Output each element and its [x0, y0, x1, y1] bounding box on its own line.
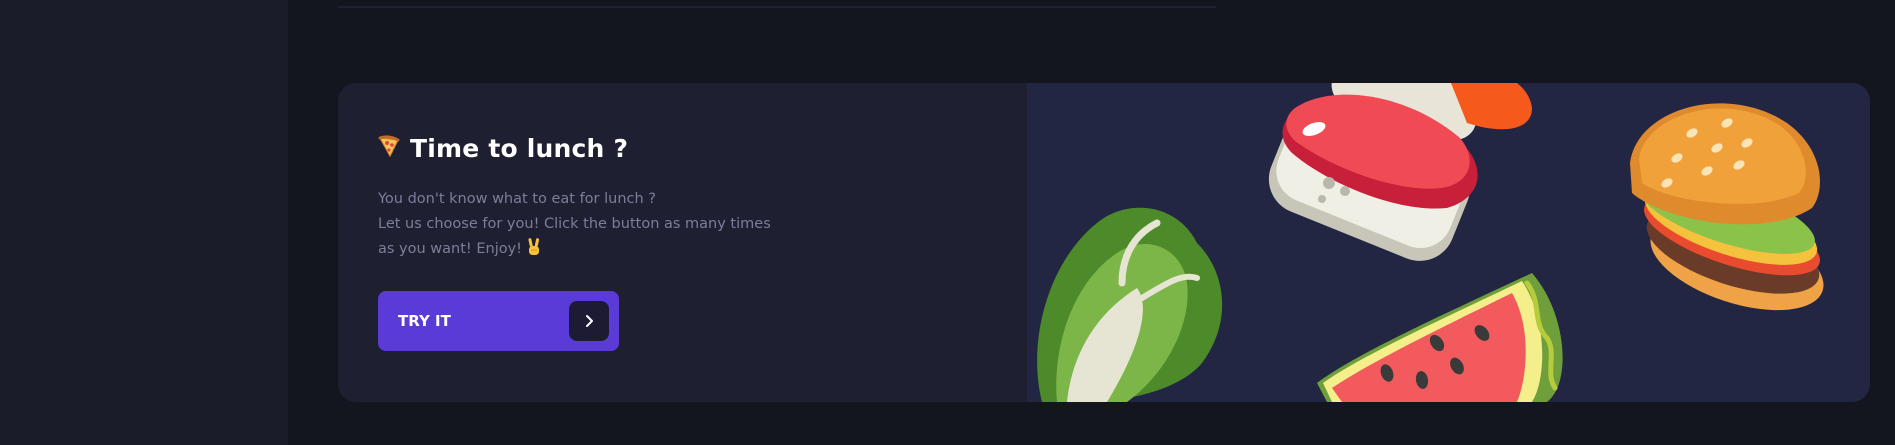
lunch-card: Time to lunch ? You don't know what to e… — [338, 83, 1870, 402]
sidebar — [0, 0, 288, 445]
card-title-text: Time to lunch ? — [410, 133, 629, 163]
divider — [338, 6, 1216, 8]
try-it-label: TRY IT — [398, 312, 451, 330]
victory-hand-icon — [527, 238, 541, 265]
lettuce-icon — [1037, 207, 1223, 402]
try-it-button[interactable]: TRY IT — [378, 291, 619, 351]
chevron-right-icon[interactable] — [569, 301, 609, 341]
card-description: You don't know what to eat for lunch ? L… — [378, 187, 798, 265]
description-line: Let us choose for you! Click the button … — [378, 216, 771, 232]
food-illustration — [1027, 83, 1870, 402]
watermelon-icon — [1317, 273, 1563, 402]
description-text: as you want! Enjoy! — [378, 241, 522, 257]
pizza-icon — [378, 134, 400, 162]
burger-icon — [1630, 103, 1824, 311]
description-line: as you want! Enjoy! — [378, 237, 798, 265]
card-title: Time to lunch ? — [378, 133, 628, 163]
description-line: You don't know what to eat for lunch ? — [378, 191, 656, 207]
